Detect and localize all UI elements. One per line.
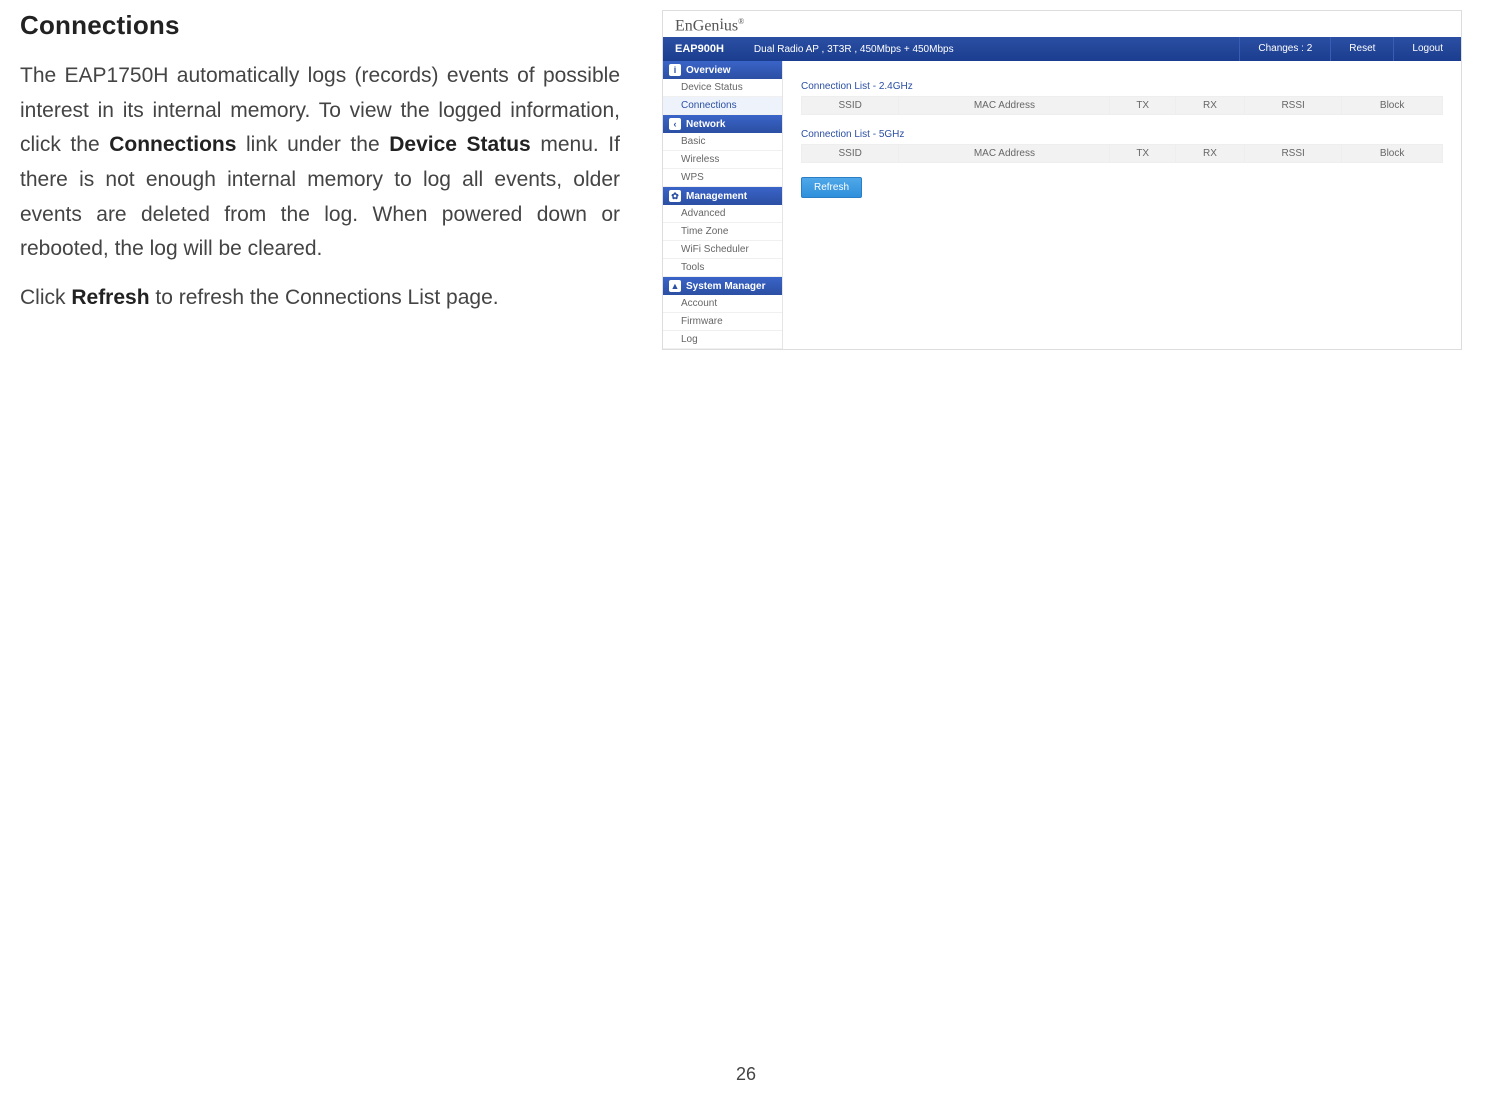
brand-pre: EnGen — [675, 17, 719, 34]
col-mac-5: MAC Address — [899, 145, 1110, 163]
refresh-button[interactable]: Refresh — [801, 177, 862, 198]
p2-bold-refresh: Refresh — [71, 286, 149, 309]
user-icon: ▲ — [669, 280, 681, 292]
sidebar-group-system[interactable]: ▲ System Manager — [663, 277, 782, 295]
top-bar: EAP900H Dual Radio AP , 3T3R , 450Mbps +… — [663, 37, 1461, 61]
main-content: Connection List - 2.4GHz SSID MAC Addres… — [783, 61, 1461, 349]
paragraph-1: The EAP1750H automatically logs (records… — [20, 59, 620, 267]
gear-icon: ✿ — [669, 190, 681, 202]
sidebar-item-wifi-scheduler[interactable]: WiFi Scheduler — [663, 241, 782, 259]
share-icon: ‹ — [669, 118, 681, 130]
sidebar-item-connections[interactable]: Connections — [663, 97, 782, 115]
brand-logo: EnGenius® — [663, 11, 1461, 37]
sidebar-group-overview-label: Overview — [686, 65, 730, 76]
col-rssi: RSSI — [1244, 97, 1341, 115]
col-rx: RX — [1176, 97, 1245, 115]
p2-post: to refresh the Connections List page. — [150, 286, 499, 309]
sidebar: i Overview Device Status Connections ‹ N… — [663, 61, 783, 349]
sidebar-item-time-zone[interactable]: Time Zone — [663, 223, 782, 241]
paragraph-2: Click Refresh to refresh the Connections… — [20, 281, 620, 316]
page-number: 26 — [736, 1064, 756, 1085]
sidebar-group-system-label: System Manager — [686, 281, 765, 292]
sidebar-group-network-label: Network — [686, 119, 725, 130]
col-rx-5: RX — [1176, 145, 1245, 163]
col-ssid-5: SSID — [802, 145, 899, 163]
info-icon: i — [669, 64, 681, 76]
brand-reg: ® — [738, 17, 744, 26]
sidebar-group-management[interactable]: ✿ Management — [663, 187, 782, 205]
sidebar-group-network[interactable]: ‹ Network — [663, 115, 782, 133]
model-label: EAP900H — [675, 43, 724, 55]
brand-post: us — [724, 17, 738, 34]
connection-table-5ghz: SSID MAC Address TX RX RSSI Block — [801, 144, 1443, 163]
connection-table-24ghz: SSID MAC Address TX RX RSSI Block — [801, 96, 1443, 115]
col-tx: TX — [1110, 97, 1176, 115]
sidebar-item-wps[interactable]: WPS — [663, 169, 782, 187]
p1-bold-connections: Connections — [109, 133, 236, 156]
sidebar-item-account[interactable]: Account — [663, 295, 782, 313]
section-title: Connections — [20, 10, 620, 41]
col-ssid: SSID — [802, 97, 899, 115]
list-title-5ghz: Connection List - 5GHz — [801, 129, 1443, 140]
sidebar-item-device-status[interactable]: Device Status — [663, 79, 782, 97]
sidebar-group-overview[interactable]: i Overview — [663, 61, 782, 79]
p2-pre: Click — [20, 286, 71, 309]
p1-mid: link under the — [236, 133, 389, 156]
p1-bold-device-status: Device Status — [389, 133, 531, 156]
logout-button[interactable]: Logout — [1393, 37, 1461, 61]
model-desc: Dual Radio AP , 3T3R , 450Mbps + 450Mbps — [754, 44, 954, 55]
sidebar-item-advanced[interactable]: Advanced — [663, 205, 782, 223]
col-mac: MAC Address — [899, 97, 1110, 115]
col-rssi-5: RSSI — [1244, 145, 1341, 163]
brand-mid: i — [719, 16, 723, 33]
col-block-5: Block — [1342, 145, 1443, 163]
changes-button[interactable]: Changes : 2 — [1239, 37, 1330, 61]
sidebar-item-log[interactable]: Log — [663, 331, 782, 349]
col-tx-5: TX — [1110, 145, 1176, 163]
sidebar-item-wireless[interactable]: Wireless — [663, 151, 782, 169]
sidebar-item-firmware[interactable]: Firmware — [663, 313, 782, 331]
sidebar-item-tools[interactable]: Tools — [663, 259, 782, 277]
screenshot-panel: EnGenius® EAP900H Dual Radio AP , 3T3R ,… — [662, 10, 1462, 350]
list-title-24ghz: Connection List - 2.4GHz — [801, 81, 1443, 92]
reset-button[interactable]: Reset — [1330, 37, 1393, 61]
col-block: Block — [1342, 97, 1443, 115]
sidebar-group-management-label: Management — [686, 191, 747, 202]
sidebar-item-basic[interactable]: Basic — [663, 133, 782, 151]
